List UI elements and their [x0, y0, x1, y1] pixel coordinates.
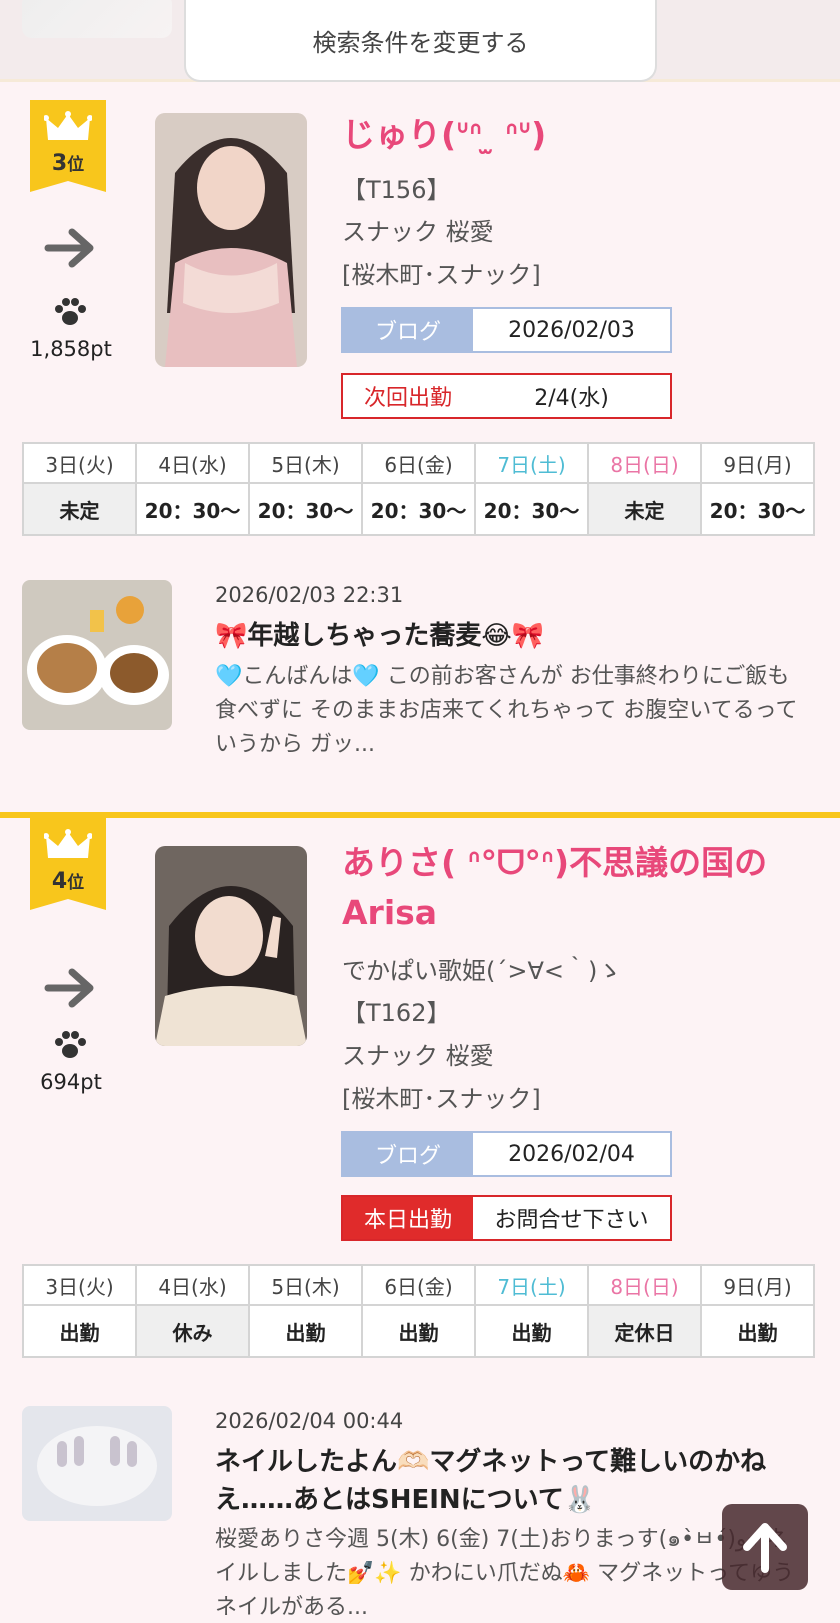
schedule-day: 7日(土) — [474, 442, 589, 484]
schedule-time: 出勤 — [248, 1304, 363, 1358]
previous-card-thumbnail — [22, 0, 172, 38]
points: 694pt — [40, 1070, 102, 1094]
blog-post-date: 2026/02/03 22:31 — [215, 583, 404, 607]
blog-link[interactable]: ブログ 2026/02/04 — [341, 1131, 672, 1177]
blog-link[interactable]: ブログ 2026/02/03 — [341, 307, 672, 353]
paw-icon — [55, 1031, 86, 1058]
schedule-day: 5日(木) — [248, 442, 363, 484]
schedule-time: 出勤 — [474, 1304, 589, 1358]
schedule-time: 20：30〜 — [700, 482, 815, 536]
schedule-day: 8日(日) — [587, 1264, 702, 1306]
blog-post-thumbnail[interactable] — [22, 580, 172, 730]
ranking-card: 3位 1,858pt じゅり(ᐡᐢ ̫ ᐢᐡ) 【T156】 スナック 桜愛 [… — [0, 85, 840, 785]
blog-post-thumbnail[interactable] — [22, 1406, 172, 1521]
schedule-day: 3日(火) — [22, 442, 137, 484]
schedule-time: 未定 — [587, 482, 702, 536]
schedule-time: 出勤 — [22, 1304, 137, 1358]
today-shift-label: 本日出勤 — [343, 1197, 473, 1239]
rank-suffix: 位 — [67, 873, 85, 893]
schedule-time: 20：30〜 — [474, 482, 589, 536]
cast-name[interactable]: じゅり(ᐡᐢ ̫ ᐢᐡ) — [342, 110, 812, 160]
next-shift-value: 2/4(水) — [534, 386, 609, 411]
schedule-day: 4日(水) — [135, 1264, 250, 1306]
schedule-time: 20：30〜 — [135, 482, 250, 536]
next-shift: 次回出勤 2/4(水) — [341, 373, 672, 419]
today-shift: 本日出勤 お問合せ下さい — [341, 1195, 672, 1241]
schedule-day: 6日(金) — [361, 1264, 476, 1306]
arrow-right-icon — [44, 228, 94, 268]
blog-label: ブログ — [343, 309, 473, 351]
schedule-day: 3日(火) — [22, 1264, 137, 1306]
area-label: [桜木町･スナック] — [342, 261, 541, 289]
schedule-time: 出勤 — [700, 1304, 815, 1358]
rank-number: 3 — [51, 151, 68, 176]
shop-name[interactable]: スナック 桜愛 — [342, 1036, 494, 1071]
rank-badge: 4位 — [30, 818, 106, 910]
blog-date: 2026/02/03 — [508, 317, 635, 343]
schedule-day: 4日(水) — [135, 442, 250, 484]
blog-post-title[interactable]: 🎀年越しちゃった蕎麦😂🎀 — [215, 617, 815, 655]
area-label: [桜木町･スナック] — [342, 1085, 541, 1113]
schedule-day: 8日(日) — [587, 442, 702, 484]
profile-photo[interactable] — [155, 113, 307, 367]
change-search-conditions-button[interactable]: 検索条件を変更する — [184, 0, 657, 82]
rank-suffix: 位 — [67, 155, 85, 175]
arrow-up-icon — [743, 1523, 787, 1573]
schedule-day: 5日(木) — [248, 1264, 363, 1306]
top-bar: 検索条件を変更する — [0, 0, 840, 82]
shop-name[interactable]: スナック 桜愛 — [342, 212, 494, 247]
rank-number: 4 — [51, 869, 68, 894]
blog-post-date: 2026/02/04 00:44 — [215, 1409, 404, 1433]
next-shift-label: 次回出勤 — [363, 386, 452, 411]
profile-photo[interactable] — [155, 846, 307, 1046]
schedule-time: 出勤 — [361, 1304, 476, 1358]
rank-badge: 3位 — [30, 100, 106, 192]
crown-icon — [44, 111, 92, 140]
blog-post-excerpt: 🩵こんばんは🩵 この前お客さんが お仕事終わりにご飯も食べずに そのままお店来て… — [215, 664, 798, 757]
schedule-day: 9日(月) — [700, 442, 815, 484]
blog-label: ブログ — [343, 1133, 473, 1175]
cast-name[interactable]: ありさ( ᐢ°ᗜ°ᐢ)不思議の国のArisa — [342, 838, 812, 938]
cast-tag: 【T162】 — [342, 999, 451, 1027]
blog-date: 2026/02/04 — [508, 1141, 635, 1167]
scroll-to-top-button[interactable] — [722, 1504, 808, 1590]
cast-tag: 【T156】 — [342, 176, 451, 204]
schedule-table: 3日(火) 4日(水) 5日(木) 6日(金) 7日(土) 8日(日) 9日(月… — [22, 1264, 815, 1358]
ranking-card: 4位 694pt ありさ( ᐢ°ᗜ°ᐢ)不思議の国のArisa でかぱい歌姫(´… — [0, 812, 840, 1623]
schedule-time: 20：30〜 — [361, 482, 476, 536]
schedule-time: 未定 — [22, 482, 137, 536]
cast-catchphrase: でかぱい歌姫(´>∀<｀)ゝ — [342, 957, 622, 985]
schedule-time: 定休日 — [587, 1304, 702, 1358]
arrow-right-icon — [44, 968, 94, 1008]
schedule-time: 休み — [135, 1304, 250, 1358]
crown-icon — [44, 829, 92, 858]
schedule-day: 6日(金) — [361, 442, 476, 484]
schedule-table: 3日(火) 4日(水) 5日(木) 6日(金) 7日(土) 8日(日) 9日(月… — [22, 442, 815, 536]
paw-icon — [55, 298, 86, 325]
today-shift-value: お問合せ下さい — [494, 1208, 649, 1233]
blog-post-excerpt: 桜愛ありさ今週 5(木) 6(金) 7(土)おりまっす(๑•̀ㅂ•́)و✧ネイル… — [215, 1527, 795, 1620]
points: 1,858pt — [30, 337, 112, 361]
schedule-time: 20：30〜 — [248, 482, 363, 536]
schedule-day: 7日(土) — [474, 1264, 589, 1306]
schedule-day: 9日(月) — [700, 1264, 815, 1306]
